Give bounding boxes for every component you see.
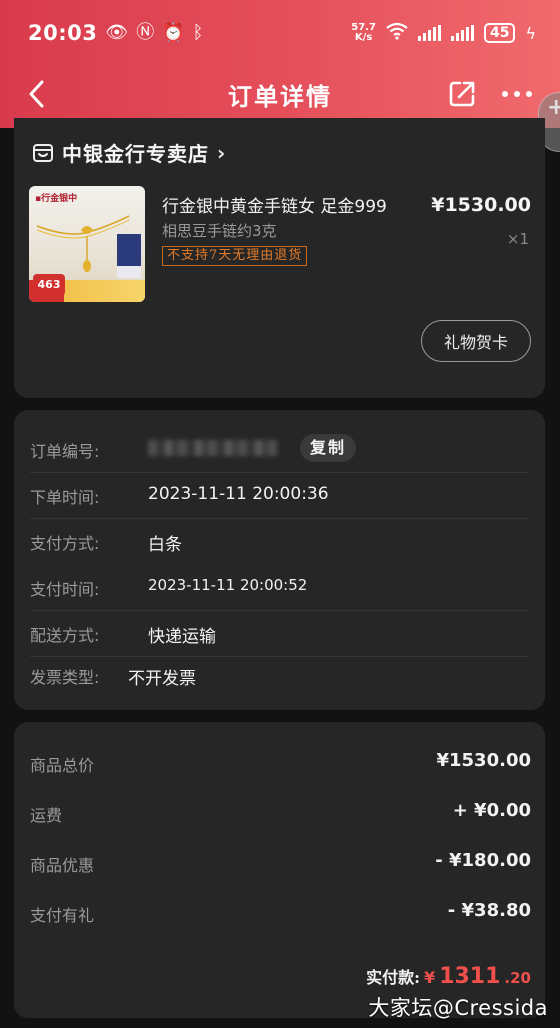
- product-price: ¥1530.00: [431, 194, 531, 216]
- back-arrow-icon: [29, 80, 44, 108]
- status-time: 20:03: [28, 21, 98, 45]
- payment-time-row: 支付时间: 2023-11-11 20:00:52: [30, 564, 529, 611]
- eye-icon: 👁: [105, 22, 129, 43]
- signal-icon-2: [450, 25, 474, 41]
- payment-gift-value: - ¥38.80: [447, 900, 531, 921]
- order-time-value: 2023-11-11 20:00:36: [148, 484, 329, 504]
- chevron-right-icon: ›: [217, 140, 226, 165]
- discount-row: 商品优惠 - ¥180.00: [30, 848, 531, 878]
- battery-indicator: 45: [483, 23, 516, 43]
- no-return-badge: 不支持7天无理由退货: [162, 246, 308, 266]
- discount-label: 商品优惠: [30, 856, 95, 875]
- product-quantity: ×1: [506, 230, 529, 248]
- subtotal-row: 商品总价 ¥1530.00: [30, 748, 531, 778]
- product-title[interactable]: 行金银中黄金手链女 足金999: [162, 192, 387, 217]
- page-title: 订单详情: [228, 82, 332, 111]
- bluetooth-icon: ᛒ: [192, 22, 204, 43]
- subtotal-label: 商品总价: [30, 756, 95, 775]
- nav-bar: 订单详情: [0, 66, 560, 122]
- payment-gift-label: 支付有礼: [30, 906, 95, 925]
- payment-time-value: 2023-11-11 20:00:52: [148, 576, 308, 594]
- total-paid-row: 实付款: ¥ 1311 .20: [366, 964, 531, 989]
- header-background: 20:03 👁 Ⓝ ⏰ ᛒ 57.7 K/s 45 ϟ 订单详情: [0, 0, 560, 128]
- nfc-icon: Ⓝ: [136, 22, 155, 43]
- store-icon: [33, 143, 53, 162]
- back-button[interactable]: [24, 76, 54, 112]
- order-number-row: 订单编号: 复制: [30, 426, 529, 473]
- discount-value: - ¥180.00: [435, 850, 531, 871]
- invoice-row: 发票类型: 不开发票: [30, 652, 529, 698]
- order-number-label: 订单编号:: [30, 442, 100, 461]
- copy-button[interactable]: 复制: [300, 434, 357, 462]
- signal-icon: [417, 25, 441, 41]
- net-speed-unit: K/s: [354, 32, 373, 43]
- product-thumbnail[interactable]: ▪行金银中 463: [29, 186, 145, 302]
- delivery-row: 配送方式: 快递运输: [30, 610, 529, 657]
- store-name: 中银金行专卖店: [62, 142, 209, 166]
- payment-method-row: 支付方式: 白条: [30, 518, 529, 564]
- total-amount-integer: 1311: [439, 964, 501, 989]
- thumbnail-badge: 463: [33, 274, 65, 296]
- charging-icon: ϟ: [525, 23, 536, 43]
- shipping-value: + ¥0.00: [452, 800, 531, 821]
- total-amount-decimal: .20: [504, 969, 531, 987]
- status-bar: 20:03 👁 Ⓝ ⏰ ᛒ 57.7 K/s 45 ϟ: [28, 18, 536, 48]
- order-time-row: 下单时间: 2023-11-11 20:00:36: [30, 472, 529, 519]
- invoice-value: 不开发票: [128, 669, 196, 689]
- price-summary-card: 商品总价 ¥1530.00 运费 + ¥0.00 商品优惠 - ¥180.00 …: [14, 722, 545, 1018]
- thumbnail-price-tag: [117, 234, 141, 266]
- net-speed: 57.7 K/s: [351, 23, 376, 43]
- delivery-value: 快递运输: [148, 627, 216, 647]
- order-info-card: 订单编号: 复制 下单时间: 2023-11-11 20:00:36 支付方式:…: [14, 410, 545, 710]
- alarm-icon: ⏰: [162, 22, 185, 43]
- invoice-label: 发票类型:: [30, 668, 100, 687]
- watermark: 大家坛@Cressida: [368, 996, 548, 1020]
- share-button[interactable]: [446, 78, 478, 110]
- store-link[interactable]: 中银金行专卖店 ›: [32, 138, 225, 167]
- order-time-label: 下单时间:: [30, 488, 100, 507]
- more-button[interactable]: [500, 82, 534, 106]
- share-icon: [449, 81, 475, 107]
- more-dots-icon: [502, 91, 532, 97]
- total-paid-label: 实付款:: [366, 968, 421, 987]
- product-card: 中银金行专卖店 › ▪行金银中 463 行金银中黄金手链女 足金999 相思豆手…: [14, 118, 545, 398]
- subtotal-value: ¥1530.00: [436, 750, 531, 771]
- payment-method-label: 支付方式:: [30, 534, 100, 553]
- payment-gift-row: 支付有礼 - ¥38.80: [30, 898, 531, 928]
- shipping-label: 运费: [30, 806, 63, 825]
- delivery-label: 配送方式:: [30, 626, 100, 645]
- shipping-row: 运费 + ¥0.00: [30, 798, 531, 828]
- gift-card-button[interactable]: 礼物贺卡: [421, 320, 531, 362]
- product-spec: 相思豆手链约3克: [162, 222, 277, 240]
- wifi-icon: [386, 22, 408, 44]
- total-currency: ¥: [424, 968, 436, 987]
- payment-time-label: 支付时间:: [30, 580, 100, 599]
- payment-method-value: 白条: [148, 535, 182, 555]
- order-number-redacted: [148, 440, 278, 456]
- thumbnail-price-tag-bottom: [117, 266, 141, 278]
- plus-icon: +: [547, 95, 560, 120]
